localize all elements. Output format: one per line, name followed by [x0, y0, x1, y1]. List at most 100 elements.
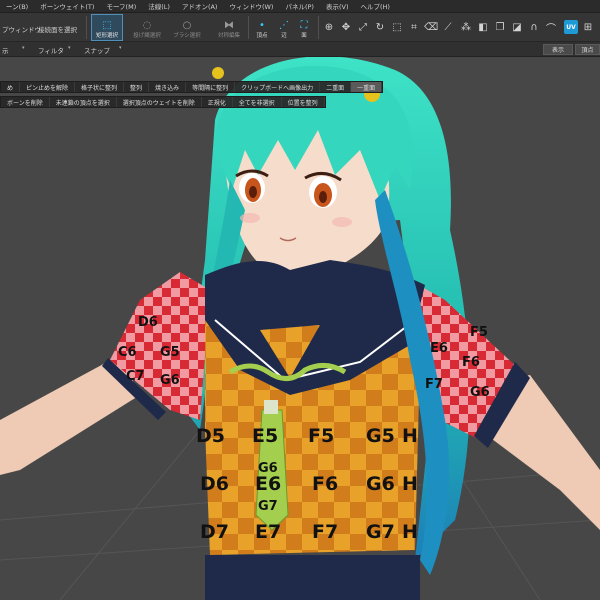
ctx-equal-spacing-button[interactable]: 等間隔に整列: [186, 82, 236, 92]
ctx-align-position-button[interactable]: 位置を整列: [282, 97, 325, 107]
skirt: [205, 555, 420, 600]
brush-select-button[interactable]: ○ ブラシ選択: [172, 15, 202, 40]
menu-window[interactable]: ウィンドウ(W): [223, 1, 279, 11]
copy-icon[interactable]: ❐: [493, 20, 507, 34]
tex-e7: E7: [255, 521, 281, 543]
lasso-select-label: 投げ縄選択: [133, 33, 161, 39]
rotate-icon[interactable]: ↻: [373, 20, 387, 34]
tex-tie-g6: G6: [258, 461, 278, 476]
scale-icon[interactable]: ⤢: [356, 20, 370, 34]
blush-left: [240, 213, 260, 223]
arc-icon[interactable]: ⌒: [544, 20, 558, 35]
ctx-delete-weight-button[interactable]: 選択頂点のウェイトを削除: [117, 97, 202, 107]
snap-dropdown[interactable]: スナップ: [84, 45, 110, 55]
globe-icon[interactable]: ⊕: [322, 20, 336, 34]
tex-sleeve-right-3: G6: [470, 385, 490, 400]
menu-bone-weight[interactable]: ボーンウェイト(T): [34, 1, 100, 11]
menu-help[interactable]: ヘルプ(H): [355, 1, 396, 11]
ctx-item-partial[interactable]: め: [1, 82, 21, 92]
menu-panel[interactable]: パネル(P): [279, 1, 320, 11]
bounding-box-icon[interactable]: ⬚: [390, 20, 404, 34]
tex-sleeve-right-2: F6: [462, 355, 480, 370]
ctx-normalize-button[interactable]: 正規化: [202, 97, 233, 107]
tex-h6: H: [402, 473, 418, 495]
bridge-icon[interactable]: ∩: [527, 20, 541, 34]
menu-bone[interactable]: ーン(B): [0, 1, 34, 11]
weld-icon[interactable]: ⁂: [459, 20, 473, 34]
tex-f6: F6: [312, 473, 338, 495]
model-render: D5 E5 F5 G5 H D6 E6 F6 G6 H D7 E7 F7 G7 …: [0, 57, 600, 600]
edge-icon: ⋰: [279, 20, 289, 31]
brush-icon: ○: [182, 20, 192, 31]
knife-icon[interactable]: ⟋: [441, 20, 455, 34]
eraser-icon[interactable]: ⌫: [424, 20, 438, 34]
bevel-icon[interactable]: ◪: [510, 20, 524, 34]
main-toolbar: プウィンドウ 接続面を選択 ⬚ 矩形選択 ◌ 投げ縄選択 ○ ブラシ選択 ⧓ 対…: [0, 13, 600, 42]
3d-viewport[interactable]: D5 E5 F5 G5 H D6 E6 F6 G6 H D7 E7 F7 G7 …: [0, 57, 600, 600]
lasso-select-button[interactable]: ◌ 投げ縄選択: [132, 15, 162, 40]
menu-view[interactable]: 表示(V): [320, 1, 355, 11]
menu-addon[interactable]: アドオン(A): [176, 1, 224, 11]
butterfly-icon: ⧓: [224, 20, 234, 31]
tex-sleeve-right-1: F5: [470, 325, 488, 340]
rect-select-icon: ⬚: [102, 20, 112, 31]
ctx-deselect-all-button[interactable]: 全てを非選択: [233, 97, 282, 107]
rect-select-button[interactable]: ⬚ 矩形選択: [91, 14, 123, 41]
vertex-mode-button[interactable]: • 頂点: [250, 15, 274, 40]
tie-knot: [264, 400, 278, 414]
tex-tie-g7: G7: [258, 499, 278, 514]
edge-mode-button[interactable]: ⋰ 辺: [274, 15, 294, 40]
ctx-unpin-button[interactable]: ピン止めを解除: [20, 82, 76, 92]
tex-d7: D7: [200, 521, 229, 543]
face-icon: ⛶: [300, 20, 308, 31]
tex-d5: D5: [196, 425, 225, 447]
chevron-down-icon[interactable]: ▾: [68, 45, 71, 51]
window-label[interactable]: プウィンドウ: [2, 24, 41, 34]
ctx-align-button[interactable]: 整列: [124, 82, 150, 92]
chevron-down-icon[interactable]: ▾: [119, 45, 122, 51]
ctx-bake-button[interactable]: 焼き込み: [149, 82, 187, 92]
vertex-mode-label: 頂点: [256, 33, 268, 39]
tex-e6: E6: [255, 473, 281, 495]
context-toolbar-row2: ボーンを削除 未連鎖の頂点を選択 選択頂点のウェイトを削除 正規化 全てを非選択…: [0, 96, 326, 108]
vertex-icon: •: [259, 20, 265, 31]
blush-right: [332, 217, 352, 227]
toolbar-divider: [248, 16, 249, 39]
menu-normal[interactable]: 法線(L): [142, 1, 176, 11]
ctx-delete-bone-button[interactable]: ボーンを削除: [1, 97, 50, 107]
filter-dropdown[interactable]: フィルタ: [38, 45, 64, 55]
chevron-down-icon[interactable]: ▾: [22, 45, 25, 51]
mirror-icon[interactable]: ◧: [476, 20, 490, 34]
context-toolbar-row1: め ピン止めを解除 格子状に整列 整列 焼き込み 等間隔に整列 クリップボードへ…: [0, 81, 384, 93]
menu-morph[interactable]: モーフ(M): [100, 1, 142, 11]
tex-d6: D6: [200, 473, 229, 495]
display-button[interactable]: 表示: [543, 44, 573, 55]
ctx-single-face-button[interactable]: 一重面: [351, 82, 383, 92]
crop-icon[interactable]: ⌗: [407, 20, 421, 34]
ctx-grid-align-button[interactable]: 格子状に整列: [75, 82, 125, 92]
lasso-icon: ◌: [142, 20, 152, 31]
ctx-select-unconnected-button[interactable]: 未連鎖の頂点を選択: [50, 97, 117, 107]
tex-g6: G6: [366, 473, 395, 495]
tex-h5: H: [402, 425, 418, 447]
tex-sleeve-right-5: F7: [425, 377, 443, 392]
display-dropdown[interactable]: 示: [2, 45, 9, 55]
tex-sleeve-right-4: E6: [430, 341, 448, 356]
symmetric-edit-button[interactable]: ⧓ 対称編集: [214, 15, 244, 40]
toolbar-divider: [86, 16, 87, 39]
tex-sleeve-left-5: D6: [138, 315, 158, 330]
select-connected-button[interactable]: 接続面を選択: [38, 24, 77, 34]
face-mode-button[interactable]: ⛶ 面: [294, 15, 314, 40]
uv-edit-icon[interactable]: ⊞: [581, 20, 595, 34]
tex-h7: H: [402, 521, 418, 543]
ctx-clipboard-export-button[interactable]: クリップボードへ画像出力: [235, 82, 321, 92]
ctx-double-face-button[interactable]: 二重面: [320, 82, 352, 92]
symmetric-edit-label: 対称編集: [217, 33, 240, 39]
move-icon[interactable]: ✥: [339, 20, 353, 34]
tex-g5: G5: [366, 425, 395, 447]
tex-sleeve-left-4: C7: [126, 369, 145, 384]
tex-g7: G7: [366, 521, 395, 543]
vertex-button[interactable]: 頂点: [575, 44, 600, 55]
uv-icon[interactable]: UV: [564, 20, 578, 34]
tex-sleeve-left-3: C6: [118, 345, 137, 360]
